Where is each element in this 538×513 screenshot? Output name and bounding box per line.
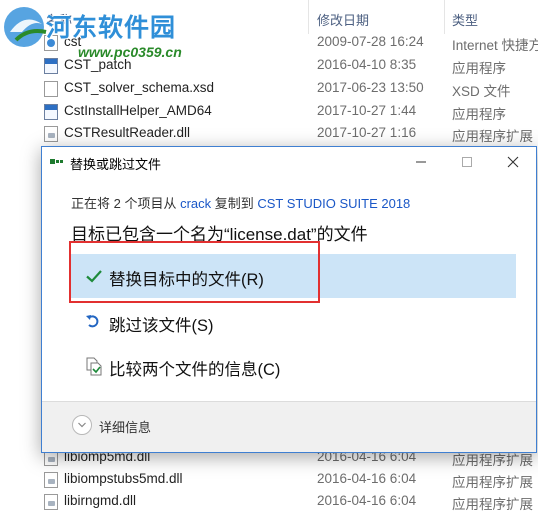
file-date: 2016-04-16 6:04 [317,471,417,486]
file-name: CSTResultReader.dll [64,125,191,140]
file-date: 2009-07-28 16:24 [317,34,424,49]
dialog-footer: 详细信息 [42,401,536,452]
replace-option[interactable]: 替换目标中的文件(R) [70,254,516,298]
checkmark-icon [86,270,102,283]
file-row[interactable]: CST_solver_schema.xsd 2017-06-23 13:50 X… [0,77,538,100]
file-row[interactable]: CSTResultReader.dll 2017-10-27 1:16 应用程序… [0,122,538,145]
dll-icon [44,126,58,142]
close-button[interactable] [490,147,536,177]
file-date: 2017-10-27 1:16 [317,125,417,140]
file-type: 应用程序 [452,107,506,122]
skip-option-label: 跳过该文件(S) [109,317,214,335]
skip-option[interactable]: 跳过该文件(S) [70,300,516,344]
file-name: libiompstubs5md.dll [64,471,183,486]
compare-option[interactable]: 比较两个文件的信息(C) [70,344,516,388]
maximize-button[interactable] [444,147,490,177]
watermark-url: www.pc0359.cn [78,44,182,60]
file-date: 2016-04-10 8:35 [317,57,417,72]
replace-or-skip-dialog: 替换或跳过文件 正在将 2 个项目从 crack 复制到 CST STUDIO … [41,146,537,453]
column-divider[interactable] [444,0,445,34]
minimize-button[interactable] [398,147,444,177]
column-divider[interactable] [308,0,309,34]
destination-folder-link[interactable]: CST STUDIO SUITE 2018 [257,196,410,211]
file-date: 2017-10-27 1:44 [317,103,417,118]
file-date: 2017-06-23 13:50 [317,80,424,95]
dll-icon [44,472,58,488]
dialog-title: 替换或跳过文件 [70,157,162,172]
column-date-header[interactable]: 修改日期 [317,10,369,29]
file-type: 应用程序 [452,61,506,76]
replace-option-label: 替换目标中的文件(R) [109,271,264,289]
dialog-heading: 目标已包含一个名为“license.dat”的文件 [71,225,368,244]
file-icon [44,81,58,97]
file-type: 应用程序扩展 [452,497,533,512]
close-icon [507,156,519,168]
file-name: CstInstallHelper_AMD64 [64,103,212,118]
exe-icon [44,104,58,120]
chevron-down-icon [78,422,86,428]
file-type: Internet 快捷方 [452,38,538,53]
file-type: 应用程序扩展 [452,129,533,144]
exe-icon [44,58,58,74]
dialog-titlebar[interactable]: 替换或跳过文件 [42,147,536,177]
minimize-icon [416,161,426,163]
file-name: libirngmd.dll [64,493,137,508]
copy-app-icon [50,159,63,164]
watermark-title: 河东软件园 [46,14,177,42]
dll-icon [44,494,58,510]
copy-info-prefix: 正在将 2 个项目从 [71,196,181,211]
file-type: XSD 文件 [452,84,511,99]
file-date: 2016-04-16 6:04 [317,493,417,508]
expand-details-button[interactable] [72,415,92,435]
compare-option-label: 比较两个文件的信息(C) [109,361,281,379]
file-row[interactable]: libiompstubs5md.dll 2016-04-16 6:04 应用程序… [0,468,538,491]
copy-progress-text: 正在将 2 个项目从 crack 复制到 CST STUDIO SUITE 20… [71,193,410,212]
column-type-header[interactable]: 类型 [452,10,478,29]
copy-info-middle: 复制到 [211,196,258,211]
file-name: CST_solver_schema.xsd [64,80,215,95]
details-label[interactable]: 详细信息 [99,417,151,436]
file-row[interactable]: CstInstallHelper_AMD64 2017-10-27 1:44 应… [0,100,538,123]
file-row[interactable]: libirngmd.dll 2016-04-16 6:04 应用程序扩展 [0,490,538,513]
skip-arrow-icon [86,315,99,328]
file-type: 应用程序扩展 [452,475,533,490]
source-folder-link[interactable]: crack [180,196,211,211]
compare-files-icon [86,357,102,376]
maximize-icon [462,157,472,167]
